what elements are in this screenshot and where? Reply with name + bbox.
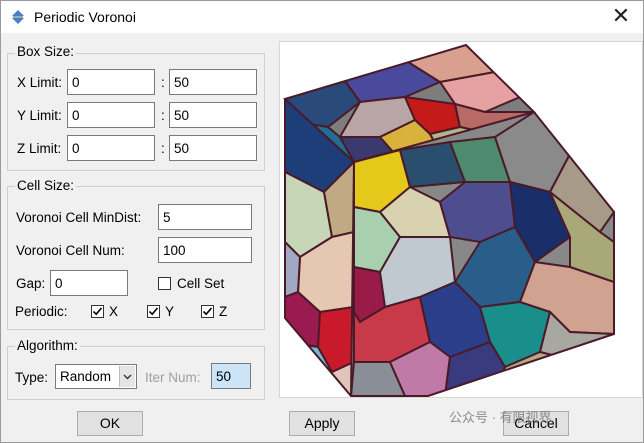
y-max-input[interactable] — [169, 102, 257, 128]
periodic-label: Periodic: — [15, 304, 68, 319]
mindist-input[interactable] — [158, 204, 252, 230]
ok-button[interactable]: OK — [77, 411, 143, 436]
periodic-y-label: Y — [165, 304, 175, 319]
y-separator: : — [161, 108, 165, 123]
iter-num-label: Iter Num: — [145, 370, 201, 385]
apply-button[interactable]: Apply — [289, 411, 355, 436]
periodic-z-label: Z — [219, 304, 228, 319]
type-label: Type: — [15, 370, 49, 385]
checkmark-icon — [92, 307, 103, 316]
voronoi-preview — [279, 41, 643, 399]
periodic-z-checkbox[interactable] — [201, 305, 214, 318]
close-icon: ✕ — [611, 3, 631, 28]
periodic-y-checkbox[interactable] — [147, 305, 160, 318]
close-button[interactable]: ✕ — [609, 5, 633, 29]
algorithm-type-select[interactable]: Random — [55, 364, 137, 389]
cell-size-legend: Cell Size: — [15, 178, 77, 193]
gap-label: Gap: — [16, 276, 46, 291]
cell-num-input[interactable] — [158, 237, 252, 263]
z-max-input[interactable] — [169, 135, 257, 161]
window-title: Periodic Voronoi — [34, 9, 136, 25]
algorithm-legend: Algorithm: — [15, 338, 80, 353]
checkmark-icon — [148, 307, 159, 316]
y-min-input[interactable] — [67, 102, 155, 128]
watermark-text: 公众号 · 有限视界 — [449, 410, 552, 425]
dialog-window: Periodic Voronoi ✕ Box Size: X Limit: : … — [0, 0, 644, 443]
x-max-input[interactable] — [169, 69, 257, 95]
iter-num-input[interactable] — [211, 363, 251, 389]
x-min-input[interactable] — [67, 69, 155, 95]
checkmark-icon — [202, 307, 213, 316]
gap-input[interactable] — [50, 270, 128, 296]
cell-set-checkbox[interactable] — [158, 277, 171, 290]
box-size-legend: Box Size: — [15, 44, 77, 59]
chevron-down-icon — [119, 366, 135, 387]
cell-num-label: Voronoi Cell Num: — [16, 243, 125, 258]
app-icon — [12, 10, 24, 24]
z-limit-label: Z Limit: — [17, 141, 62, 156]
periodic-x-label: X — [109, 304, 119, 319]
x-separator: : — [161, 75, 165, 90]
title-bar: Periodic Voronoi ✕ — [1, 1, 643, 33]
algorithm-type-value: Random — [60, 369, 112, 384]
x-limit-label: X Limit: — [17, 75, 63, 90]
y-limit-label: Y Limit: — [17, 108, 62, 123]
z-separator: : — [161, 141, 165, 156]
z-min-input[interactable] — [67, 135, 155, 161]
cell-set-label: Cell Set — [177, 276, 225, 291]
periodic-x-checkbox[interactable] — [91, 305, 104, 318]
voronoi-cube-image — [283, 43, 615, 399]
mindist-label: Voronoi Cell MinDist: — [16, 210, 142, 225]
